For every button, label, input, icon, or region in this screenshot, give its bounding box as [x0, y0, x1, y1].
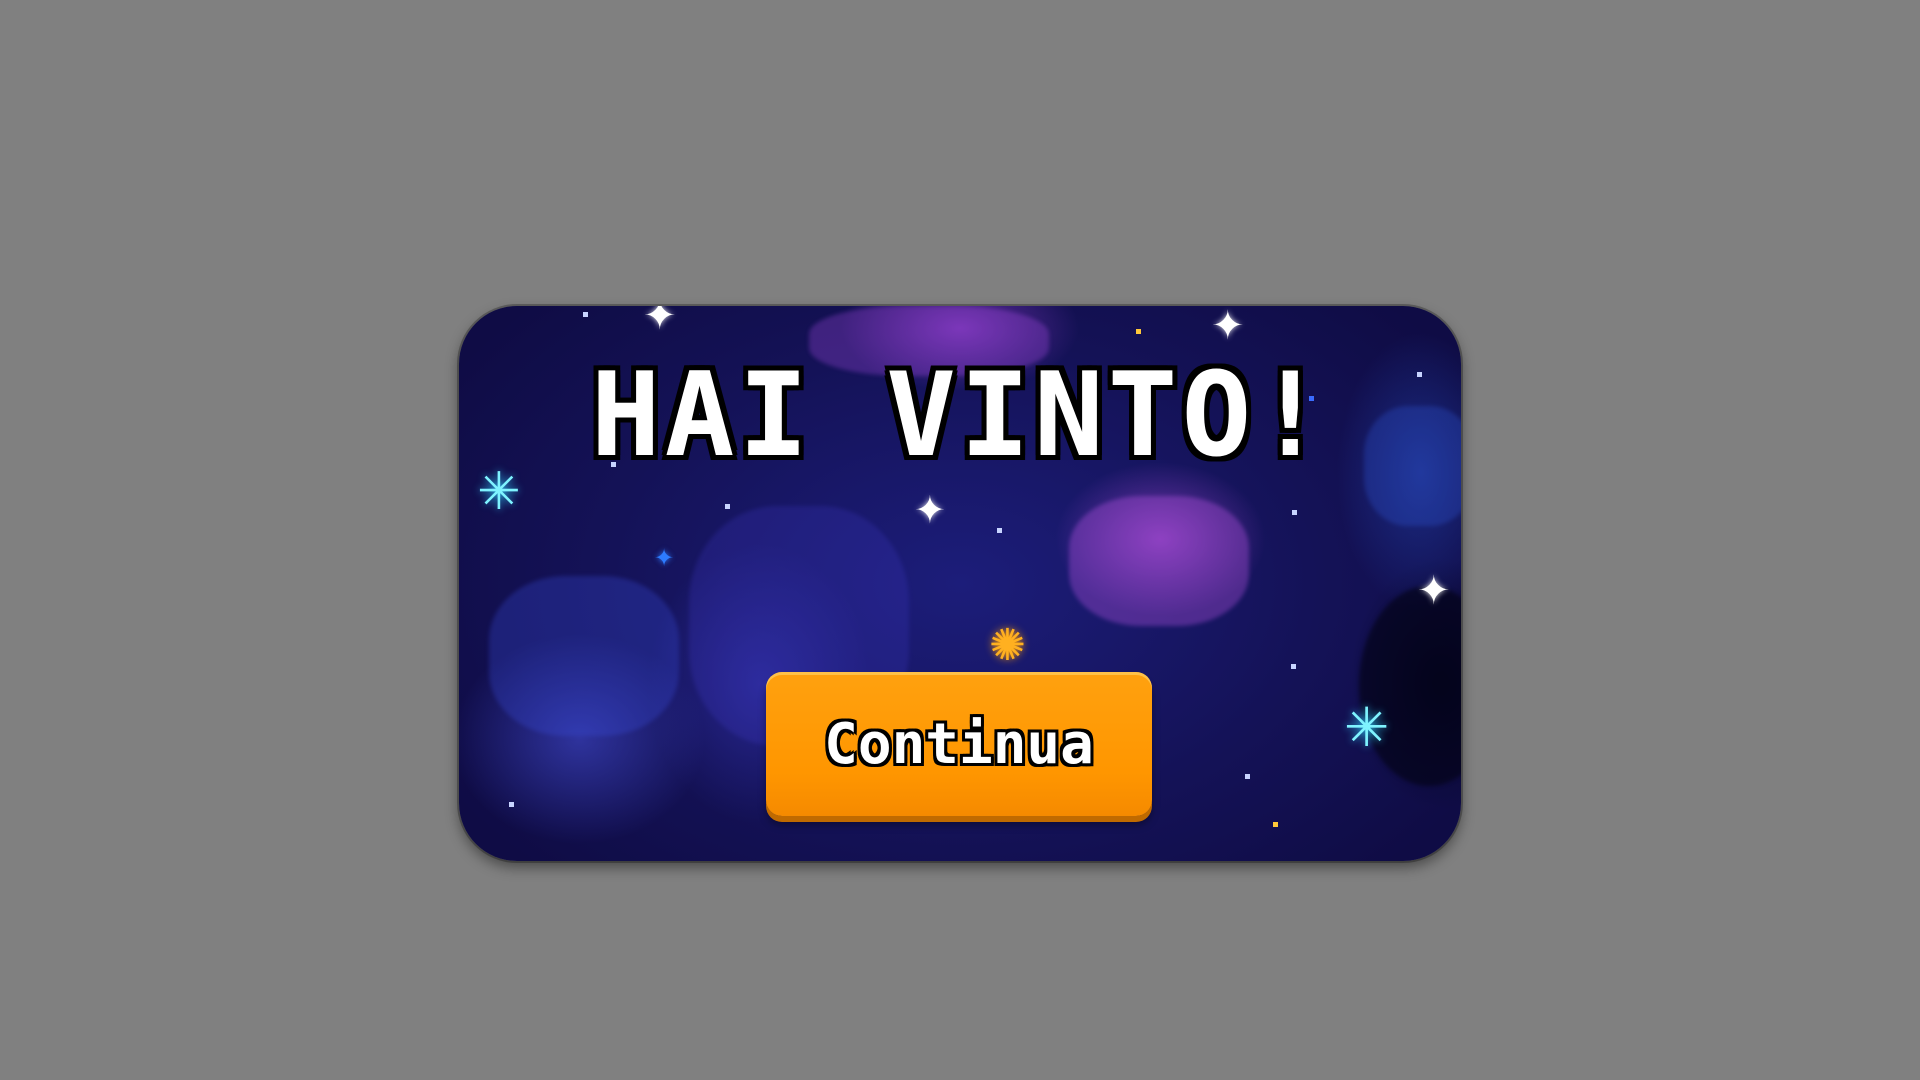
star-dot — [509, 802, 514, 807]
sparkle-star-icon: ✦ — [654, 544, 675, 572]
sparkle-star-icon: ✦ — [1417, 568, 1451, 614]
star-dot — [725, 504, 730, 509]
sparkle-star-icon: ✦ — [914, 488, 946, 532]
star-dot — [583, 312, 588, 317]
star-dot — [1273, 822, 1278, 827]
sparkle-star-icon: ✦ — [1211, 306, 1245, 349]
sun-sparkle-icon: ✺ — [989, 620, 1026, 671]
victory-title: HAI VINTO! — [590, 348, 1330, 483]
victory-dialog: ✦ ✦ ✳ ✦ ✦ ✦ ✳ ✺ HAI VINTO! Continua — [459, 306, 1461, 861]
star-dot — [1136, 329, 1141, 334]
nebula-cloud — [1069, 496, 1249, 626]
star-dot — [1245, 774, 1250, 779]
star-dot — [997, 528, 1002, 533]
star-dot — [1291, 664, 1296, 669]
continue-button-label: Continua — [824, 711, 1094, 777]
continue-button[interactable]: Continua — [766, 672, 1152, 816]
nebula-cloud — [489, 576, 679, 736]
sparkle-star-icon: ✳ — [1344, 696, 1390, 759]
sparkle-star-icon: ✦ — [643, 306, 677, 339]
star-dot — [1292, 510, 1297, 515]
